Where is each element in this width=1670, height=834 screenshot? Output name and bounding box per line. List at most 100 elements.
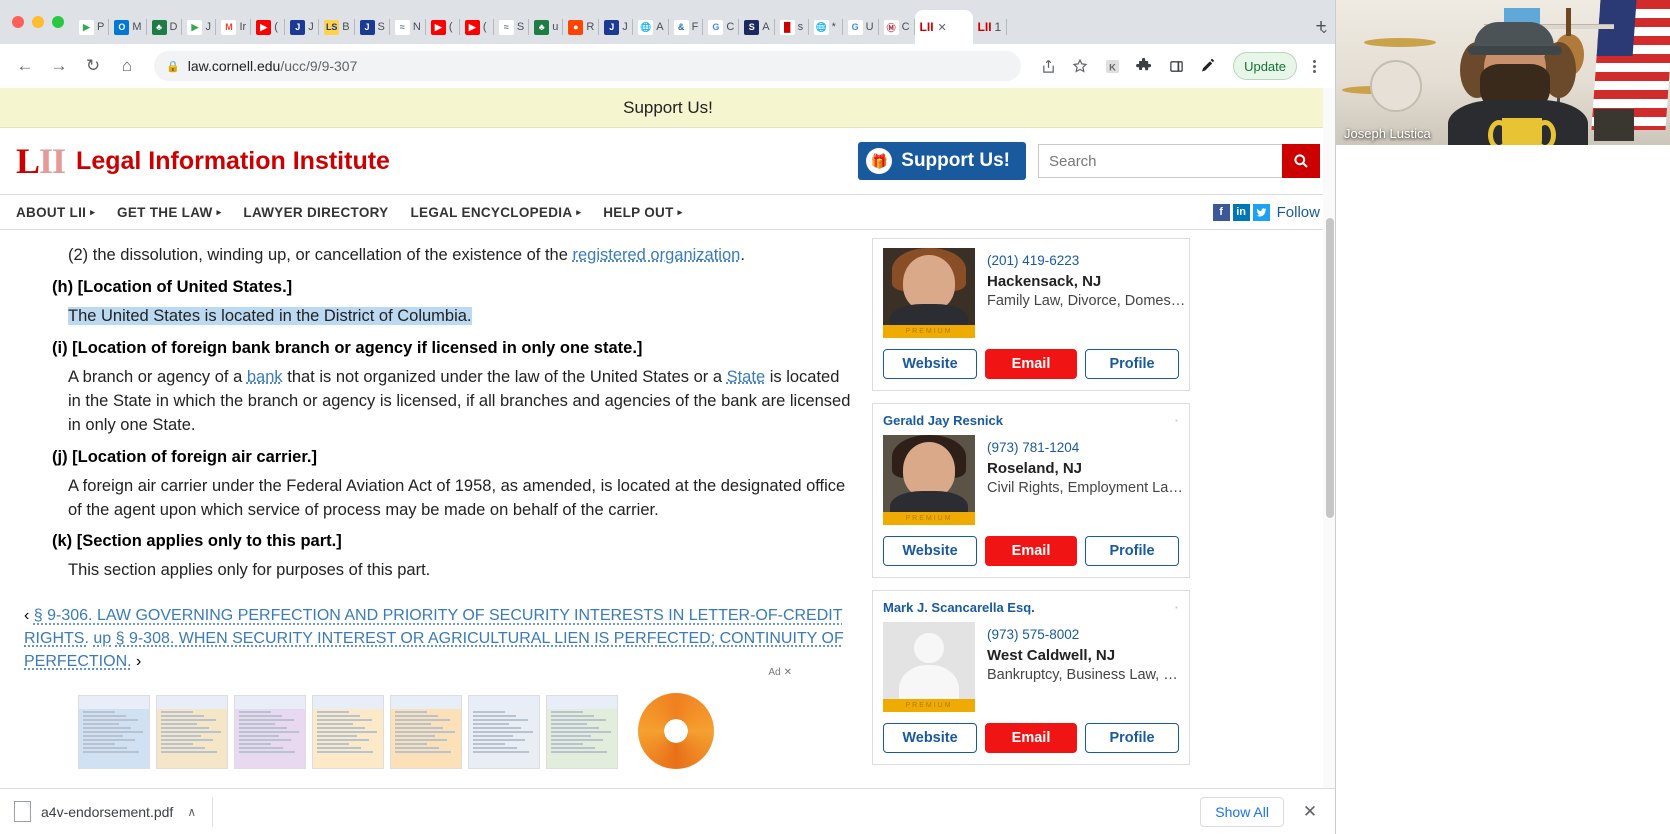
ad-thumb-line bbox=[473, 711, 505, 713]
profile-button[interactable]: Profile bbox=[1085, 723, 1179, 753]
browser-tab-16[interactable]: 🌐 A bbox=[633, 10, 669, 44]
card-menu-icon[interactable]: · bbox=[1175, 600, 1179, 615]
lawyer-name[interactable]: Gerald Jay Resnick · bbox=[883, 413, 1179, 428]
nav-item-2[interactable]: LAWYER DIRECTORY bbox=[243, 205, 388, 220]
ad-thumbnail-3[interactable] bbox=[312, 695, 384, 769]
card-menu-icon[interactable]: · bbox=[1175, 413, 1179, 428]
browser-tab-6[interactable]: JJ bbox=[285, 10, 320, 44]
lawyer-card-2[interactable]: Mark J. Scancarella Esq. · PREMIUM (973) 57… bbox=[872, 590, 1190, 765]
support-us-button[interactable]: 🎁 Support Us! bbox=[858, 142, 1026, 180]
reload-icon[interactable]: ↻ bbox=[78, 51, 108, 81]
browser-menu-icon[interactable] bbox=[1303, 53, 1325, 79]
scrollbar-thumb[interactable] bbox=[1326, 218, 1334, 518]
browser-tab-19[interactable]: SA bbox=[739, 10, 775, 44]
address-bar[interactable]: 🔒 law.cornell.edu/ucc/9/9-307 bbox=[154, 51, 1022, 81]
lawyer-card-1[interactable]: Gerald Jay Resnick · PREMIUM (973) 781-1204… bbox=[872, 403, 1190, 578]
browser-tab-11[interactable]: ▶( bbox=[460, 10, 494, 44]
lawyer-phone[interactable]: (201) 419-6223 bbox=[987, 253, 1187, 268]
browser-tab-0[interactable]: ▶ P bbox=[74, 10, 110, 44]
browser-tab-9[interactable]: ≈ N bbox=[390, 10, 426, 44]
browser-tab-22[interactable]: GU bbox=[843, 10, 879, 44]
nav-item-0[interactable]: ABOUT LII ▸ bbox=[16, 205, 95, 220]
facebook-icon[interactable]: f bbox=[1212, 203, 1230, 221]
forward-icon[interactable]: → bbox=[44, 51, 74, 81]
back-icon[interactable]: ← bbox=[10, 51, 40, 81]
cap-brim bbox=[1468, 46, 1562, 55]
tab-list-chevron-icon[interactable]: ⌄ bbox=[1319, 22, 1329, 36]
chevron-up-icon[interactable]: ∧ bbox=[187, 805, 196, 819]
bank-link[interactable]: bank bbox=[247, 368, 283, 386]
support-banner[interactable]: Support Us! bbox=[0, 88, 1335, 128]
browser-tab-1[interactable]: OM bbox=[109, 10, 147, 44]
bookmark-star-icon[interactable] bbox=[1065, 51, 1095, 81]
pen-icon[interactable] bbox=[1193, 51, 1223, 81]
browser-tab-23[interactable]: Ⓜ C bbox=[879, 10, 915, 44]
k-extension-icon[interactable]: K bbox=[1097, 51, 1127, 81]
search-input[interactable]: Search bbox=[1038, 144, 1282, 178]
lawyer-phone[interactable]: (973) 781-1204 bbox=[987, 440, 1187, 455]
site-logo[interactable]: LII Legal Information Institute bbox=[16, 143, 390, 179]
ad-thumbnail-1[interactable] bbox=[156, 695, 228, 769]
puzzle-extensions-icon[interactable] bbox=[1129, 51, 1159, 81]
browser-tab-10[interactable]: ▶( bbox=[426, 10, 460, 44]
email-button[interactable]: Email bbox=[985, 536, 1077, 566]
ad-thumbnail-2[interactable] bbox=[234, 695, 306, 769]
nav-item-4[interactable]: HELP OUT ▸ bbox=[603, 205, 682, 220]
nav-item-3[interactable]: LEGAL ENCYCLOPEDIA ▸ bbox=[410, 205, 581, 220]
email-button[interactable]: Email bbox=[985, 723, 1077, 753]
browser-tab-17[interactable]: & F bbox=[669, 10, 704, 44]
follow-label[interactable]: Follow bbox=[1277, 204, 1320, 221]
sidebar-panel-icon[interactable] bbox=[1161, 51, 1191, 81]
website-button[interactable]: Website bbox=[883, 723, 977, 753]
lawyer-phone[interactable]: (973) 575-8002 bbox=[987, 627, 1187, 642]
lawyer-card-0[interactable]: PREMIUM (201) 419-6223 Hackensack, NJ Famil… bbox=[872, 238, 1190, 391]
profile-button[interactable]: Profile bbox=[1085, 349, 1179, 379]
registered-organization-link[interactable]: registered organization bbox=[572, 246, 740, 264]
browser-tab-7[interactable]: LS B bbox=[319, 10, 355, 44]
browser-tab-14[interactable]: ● R bbox=[563, 10, 600, 44]
webcam-overlay[interactable]: Joseph Lustica bbox=[1336, 0, 1670, 145]
close-downloads-icon[interactable]: ✕ bbox=[1298, 802, 1322, 822]
browser-tab-3[interactable]: ▶ J bbox=[182, 10, 217, 44]
browser-tab-20[interactable]: █ s bbox=[775, 10, 809, 44]
tab-close-icon[interactable]: ✕ bbox=[938, 21, 947, 34]
show-all-button[interactable]: Show All bbox=[1200, 796, 1284, 827]
browser-tab-18[interactable]: GC bbox=[703, 10, 740, 44]
close-window-button[interactable] bbox=[12, 16, 24, 28]
browser-tab-25[interactable]: LII 1 bbox=[973, 10, 1007, 44]
browser-tab-8[interactable]: JS bbox=[355, 10, 391, 44]
browser-tab-24[interactable]: LII ✕ bbox=[914, 10, 973, 44]
browser-tab-15[interactable]: JJ bbox=[599, 10, 634, 44]
maximize-window-button[interactable] bbox=[52, 16, 64, 28]
nav-item-1[interactable]: GET THE LAW ▸ bbox=[117, 205, 221, 220]
website-button[interactable]: Website bbox=[883, 349, 977, 379]
page-scrollbar[interactable] bbox=[1323, 88, 1335, 834]
search-button[interactable] bbox=[1282, 144, 1320, 178]
up-link[interactable]: up bbox=[93, 630, 111, 647]
download-item[interactable]: a4v-endorsement.pdf ∧ bbox=[14, 796, 214, 827]
update-button[interactable]: Update bbox=[1233, 52, 1297, 80]
profile-button[interactable]: Profile bbox=[1085, 536, 1179, 566]
ad-close-icon[interactable]: ✕ bbox=[784, 667, 792, 678]
ad-thumbnail-4[interactable] bbox=[390, 695, 462, 769]
lawyer-name[interactable]: Mark J. Scancarella Esq. · bbox=[883, 600, 1179, 615]
browser-tab-21[interactable]: 🌐 * bbox=[809, 10, 843, 44]
twitter-icon[interactable] bbox=[1252, 203, 1270, 221]
next-section-link[interactable]: § 9-308. WHEN SECURITY INTEREST OR AGRIC… bbox=[24, 630, 844, 670]
email-button[interactable]: Email bbox=[985, 349, 1077, 379]
share-icon[interactable] bbox=[1033, 51, 1063, 81]
ad-thumbnail-0[interactable] bbox=[78, 695, 150, 769]
browser-tab-12[interactable]: ≈ S bbox=[494, 10, 530, 44]
browser-tab-5[interactable]: ▶( bbox=[251, 10, 286, 44]
state-link[interactable]: State bbox=[727, 368, 766, 386]
ad-thumbnail-6[interactable] bbox=[546, 695, 618, 769]
browser-tab-2[interactable]: ♣ D bbox=[147, 10, 183, 44]
minimize-window-button[interactable] bbox=[32, 16, 44, 28]
ad-thumbnail-5[interactable] bbox=[468, 695, 540, 769]
website-button[interactable]: Website bbox=[883, 536, 977, 566]
home-icon[interactable]: ⌂ bbox=[112, 51, 142, 81]
browser-tab-4[interactable]: M Ir bbox=[216, 10, 251, 44]
linkedin-icon[interactable]: in bbox=[1232, 203, 1250, 221]
browser-tab-13[interactable]: ♣ u bbox=[529, 10, 564, 44]
advertisement[interactable]: Ad ✕ bbox=[78, 667, 792, 769]
